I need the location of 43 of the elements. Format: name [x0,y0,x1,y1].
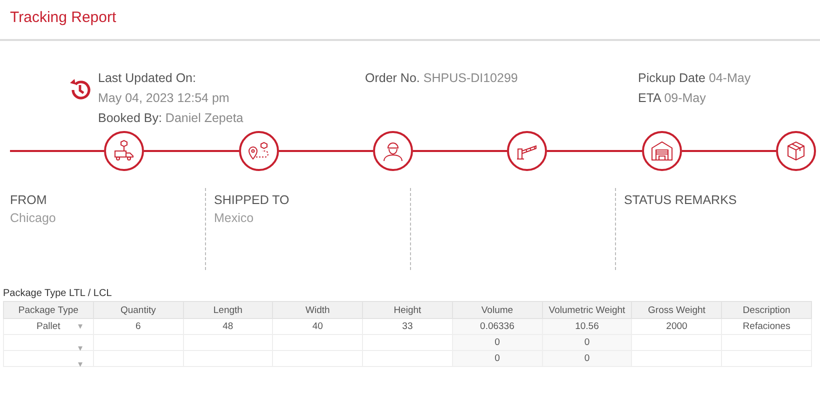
table-cell: Pallet [36,321,60,332]
column-header: Quantity [93,302,184,318]
column-header: Gross Weight [632,302,722,318]
booked-by-value: Daniel Zepeta [165,111,244,125]
info-value: Mexico [214,211,255,227]
table-cell: 0 [494,353,500,364]
order-number: SHPUS-DI10299 [423,71,518,85]
history-icon [68,78,92,102]
table-cell: Refaciones [742,321,790,332]
info-value: Chicago [10,211,57,227]
column-header: Volume [452,302,542,318]
eta-date: 09-May [664,91,706,105]
dropdown-caret[interactable]: ▾ [78,358,83,368]
table-cell: 2000 [666,321,688,332]
info-heading: FROM [10,193,48,209]
column-header: Package Type [4,302,94,318]
booked-by-label: Booked By: [98,111,162,125]
table-cell: 6 [136,321,141,332]
table-cell: 0.06336 [480,321,514,332]
table-cell: 33 [402,321,413,332]
table-cell: 0 [584,353,590,364]
eta-label: ETA [638,91,661,105]
dropdown-caret[interactable]: ▾ [78,342,83,352]
table-caption: Package Type LTL / LCL [3,288,113,301]
table-cell: 0 [584,337,590,348]
column-header: Width [272,302,363,318]
order-label: Order No. [365,71,420,85]
table-cell: 0 [494,337,500,348]
page-title: Tracking Report [9,8,118,28]
column-header: Volumetric Weight [542,302,632,318]
pickup-label: Pickup Date [638,71,706,85]
last-updated-value: May 04, 2023 12:54 pm [98,90,230,107]
pickup-date: 04-May [708,71,751,85]
table-cell: 10.56 [575,321,599,332]
column-header: Length [183,302,273,318]
info-heading: SHIPPED TO [214,193,290,209]
table-cell: 40 [312,321,323,332]
column-header: Height [362,302,452,318]
table-cell: 48 [222,321,234,332]
dropdown-caret[interactable]: ▾ [78,321,83,331]
info-heading: STATUS REMARKS [624,193,738,209]
last-updated-label: Last Updated On: [98,70,197,87]
column-header: Description [722,302,812,318]
